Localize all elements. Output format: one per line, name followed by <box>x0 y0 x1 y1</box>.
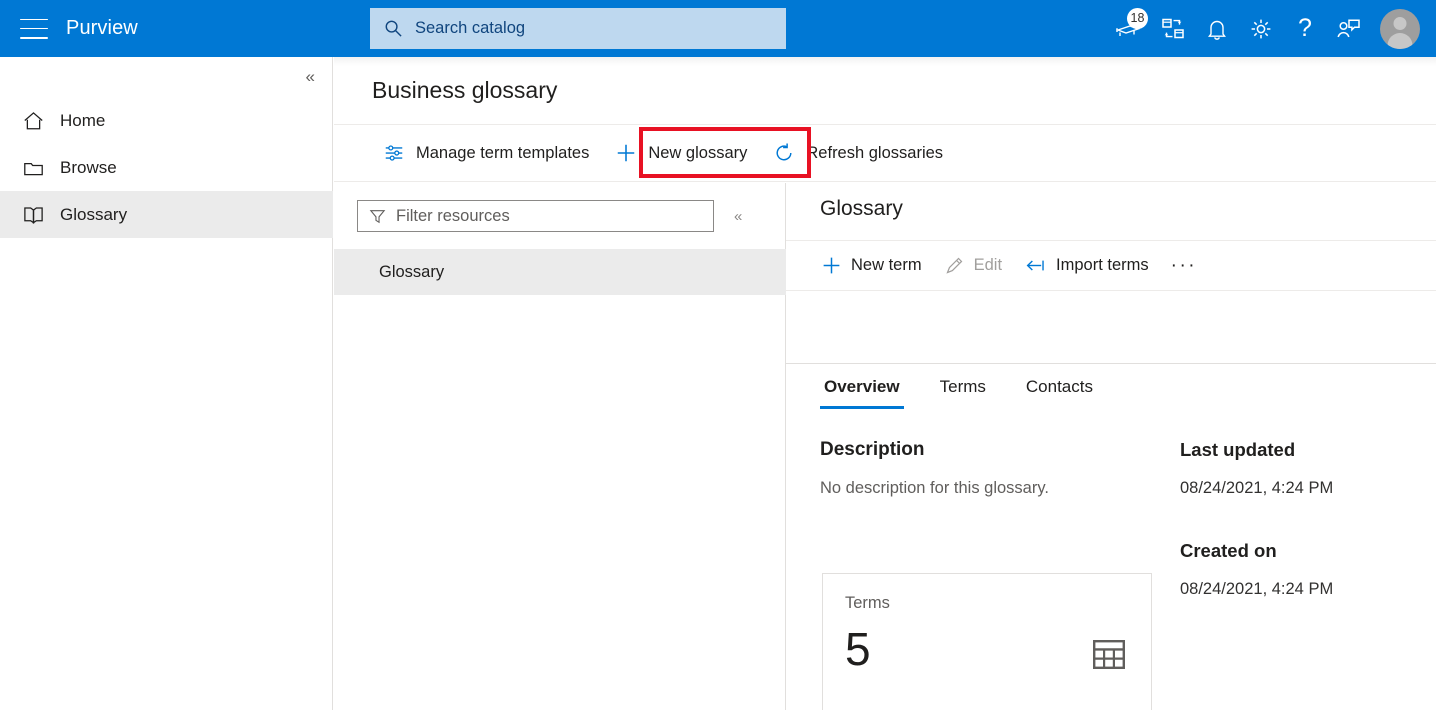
cart-icon[interactable]: 18 <box>1107 7 1151 51</box>
tab-contacts-label: Contacts <box>1026 377 1093 396</box>
data-map-icon[interactable] <box>1151 7 1195 51</box>
refresh-glossaries-button[interactable]: Refresh glossaries <box>760 125 956 181</box>
cart-badge: 18 <box>1127 8 1148 29</box>
global-header: Purview Search catalog 18 <box>0 0 1436 57</box>
overview-right-column: Last updated 08/24/2021, 4:24 PM Created… <box>1180 439 1380 603</box>
bell-icon[interactable] <box>1195 7 1239 51</box>
header-icon-group: 18 <box>1107 0 1426 57</box>
book-icon <box>22 204 54 226</box>
import-terms-button[interactable]: Import terms <box>1013 241 1160 290</box>
refresh-glossaries-label: Refresh glossaries <box>806 144 943 163</box>
sidebar-item-glossary-label: Glossary <box>60 205 127 225</box>
new-glossary-button[interactable]: New glossary <box>602 125 760 181</box>
sidebar-item-home[interactable]: Home <box>0 97 333 144</box>
terms-card-label: Terms <box>845 594 890 613</box>
plus-icon <box>821 255 842 276</box>
sidebar-item-glossary[interactable]: Glossary <box>0 191 333 238</box>
search-input[interactable]: Search catalog <box>370 8 786 49</box>
new-term-label: New term <box>851 256 922 275</box>
description-value: No description for this glossary. <box>820 475 1165 502</box>
import-terms-label: Import terms <box>1056 256 1149 275</box>
tab-terms-label: Terms <box>940 377 986 396</box>
sliders-icon <box>383 142 405 164</box>
last-updated-value: 08/24/2021, 4:24 PM <box>1180 475 1380 502</box>
left-navigation: « Home Browse <box>0 57 333 710</box>
list-item-label: Glossary <box>379 263 444 282</box>
purview-app: Purview Search catalog 18 <box>0 0 1436 710</box>
filter-row: Filter resources « <box>334 183 786 249</box>
search-placeholder: Search catalog <box>415 19 525 38</box>
list-item[interactable]: Glossary <box>334 249 786 295</box>
overview-left-column: Description No description for this glos… <box>820 439 1165 502</box>
tab-terms[interactable]: Terms <box>936 377 990 408</box>
tab-overview[interactable]: Overview <box>820 377 904 408</box>
avatar[interactable] <box>1380 9 1420 49</box>
gear-icon[interactable] <box>1239 7 1283 51</box>
detail-tabs: Overview Terms Contacts <box>820 377 1129 408</box>
description-label: Description <box>820 439 1165 461</box>
terms-card-count: 5 <box>845 626 871 672</box>
tab-underline <box>786 363 1436 364</box>
filter-resources-input[interactable]: Filter resources <box>357 200 714 232</box>
sidebar-item-home-label: Home <box>60 111 105 131</box>
manage-term-templates-label: Manage term templates <box>416 144 589 163</box>
more-icon: ··· <box>1171 255 1197 277</box>
more-actions-button[interactable]: ··· <box>1160 241 1208 290</box>
refresh-icon <box>773 142 795 164</box>
filter-icon <box>369 208 386 225</box>
sidebar-item-browse-label: Browse <box>60 158 117 178</box>
feedback-icon[interactable] <box>1327 7 1371 51</box>
sidebar-item-browse[interactable]: Browse <box>0 144 333 191</box>
help-label: ? <box>1298 16 1312 41</box>
table-icon <box>1093 640 1125 674</box>
filter-placeholder: Filter resources <box>396 207 510 226</box>
plus-icon <box>615 142 637 164</box>
detail-title: Glossary <box>820 197 903 221</box>
page-title: Business glossary <box>372 77 557 104</box>
glossary-list-panel: Filter resources « Glossary <box>334 183 786 710</box>
new-term-button[interactable]: New term <box>810 241 933 290</box>
list-collapse-icon[interactable]: « <box>734 209 741 224</box>
detail-command-bar: New term Edit <box>786 240 1436 291</box>
terms-card: Terms 5 View terms <box>822 573 1152 710</box>
content-area: Business glossary Manage <box>334 57 1436 710</box>
page-command-bar: Manage term templates New glossary <box>334 124 1436 182</box>
help-icon[interactable]: ? <box>1283 7 1327 51</box>
last-updated-label: Last updated <box>1180 439 1380 461</box>
glossary-detail-panel: Glossary New term <box>786 183 1436 710</box>
hamburger-icon[interactable] <box>20 19 48 39</box>
nav-list: Home Browse Glossary <box>0 97 333 238</box>
created-on-label: Created on <box>1180 540 1380 562</box>
home-icon <box>22 110 54 132</box>
created-on-value: 08/24/2021, 4:24 PM <box>1180 576 1380 603</box>
new-glossary-label: New glossary <box>648 144 747 163</box>
pencil-icon <box>944 255 965 276</box>
tab-contacts[interactable]: Contacts <box>1022 377 1097 408</box>
field-spacer <box>1180 502 1380 540</box>
tab-overview-label: Overview <box>824 377 900 396</box>
edit-button: Edit <box>933 241 1013 290</box>
edit-label: Edit <box>974 256 1002 275</box>
import-icon <box>1024 255 1047 276</box>
brand-title: Purview <box>66 17 138 40</box>
folder-icon <box>22 157 54 179</box>
search-icon <box>384 19 403 38</box>
manage-term-templates-button[interactable]: Manage term templates <box>370 125 602 181</box>
nav-collapse-icon[interactable]: « <box>302 65 318 88</box>
